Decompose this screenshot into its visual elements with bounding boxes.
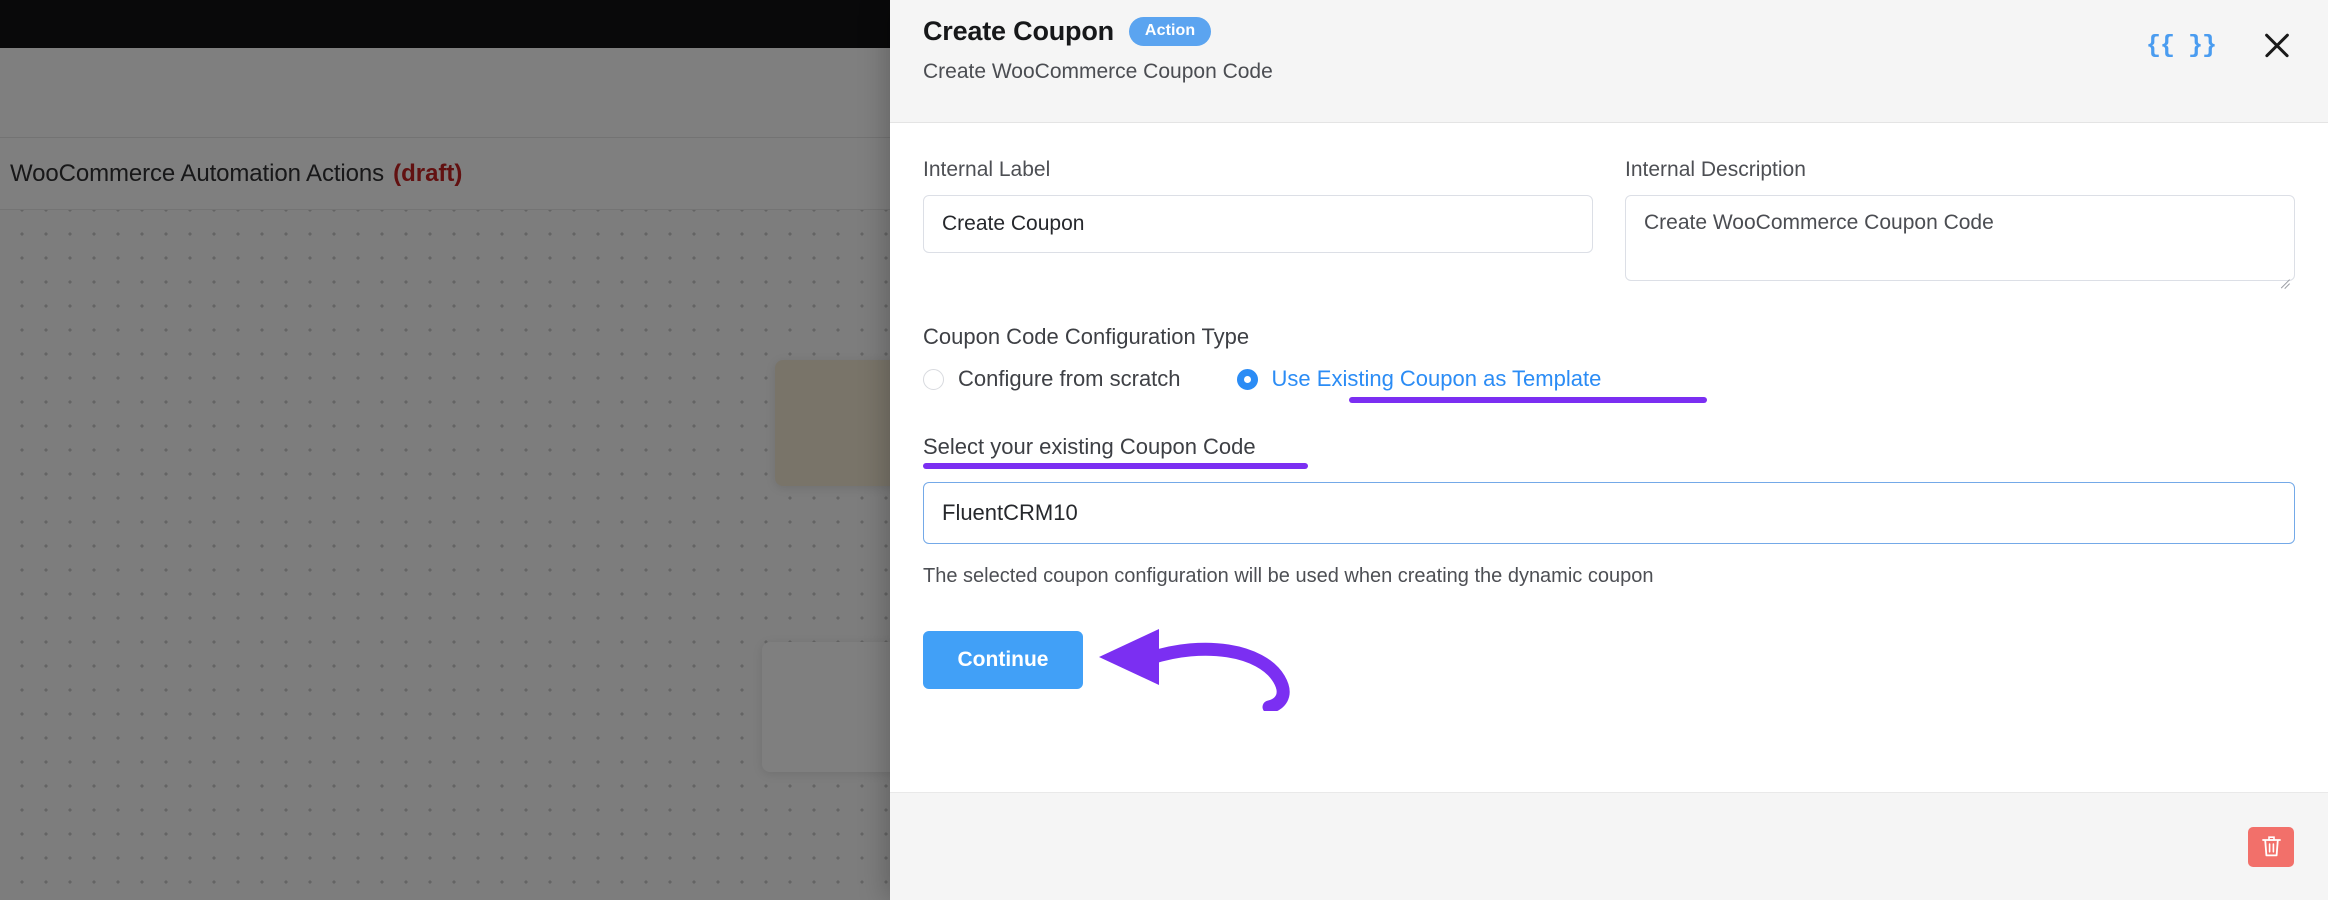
radio-option-use-existing-coupon-as-template[interactable]: Use Existing Coupon as Template bbox=[1236, 366, 1707, 403]
modal-title-row: Create Coupon Action bbox=[923, 16, 2328, 47]
modal-body: Internal Label Internal Description Coup… bbox=[890, 123, 2328, 792]
top-field-row: Internal Label Internal Description bbox=[923, 158, 2295, 289]
modal-header: Create Coupon Action Create WooCommerce … bbox=[890, 0, 2328, 123]
modal-header-actions: {{ }} bbox=[2146, 28, 2294, 62]
action-type-badge: Action bbox=[1128, 17, 1212, 46]
continue-row: Continue bbox=[923, 629, 2295, 711]
config-type-section: Coupon Code Configuration Type Configure… bbox=[923, 324, 2295, 403]
trash-icon bbox=[2261, 836, 2281, 857]
smartcode-braces-icon[interactable]: {{ }} bbox=[2146, 33, 2217, 58]
internal-description-label: Internal Description bbox=[1625, 158, 1806, 181]
select-coupon-label-wrap: Select your existing Coupon Code bbox=[923, 434, 1308, 469]
select-coupon-help-text: The selected coupon configuration will b… bbox=[923, 565, 1654, 587]
select-coupon-value: FluentCRM10 bbox=[942, 500, 1078, 525]
radio-label-use-existing-coupon-as-template: Use Existing Coupon as Template bbox=[1271, 366, 1602, 391]
annotation-underline-template-option bbox=[1348, 397, 1707, 403]
radio-circle-checked-icon bbox=[1236, 368, 1258, 390]
annotation-arrow-pointing-to-continue bbox=[1099, 629, 1290, 711]
create-coupon-modal: Create Coupon Action Create WooCommerce … bbox=[890, 0, 2328, 900]
radio-circle-unchecked-icon bbox=[923, 368, 944, 390]
internal-description-wrap bbox=[1625, 195, 2295, 289]
modal-subtitle: Create WooCommerce Coupon Code bbox=[923, 60, 1273, 83]
close-icon[interactable] bbox=[2260, 28, 2294, 62]
annotation-underline-select-label bbox=[923, 463, 1308, 469]
internal-label-input[interactable] bbox=[923, 195, 1593, 253]
modal-footer bbox=[890, 792, 2328, 900]
radio-option-configure-from-scratch[interactable]: Configure from scratch bbox=[923, 366, 1181, 392]
continue-button[interactable]: Continue bbox=[923, 631, 1083, 689]
delete-action-button[interactable] bbox=[2248, 826, 2294, 867]
internal-label-field-group: Internal Label bbox=[923, 158, 1593, 286]
modal-title: Create Coupon bbox=[923, 16, 1114, 46]
internal-description-field-group: Internal Description bbox=[1625, 158, 2295, 289]
internal-description-input[interactable] bbox=[1625, 195, 2295, 281]
internal-label-label: Internal Label bbox=[923, 158, 1051, 181]
config-type-label: Coupon Code Configuration Type bbox=[923, 324, 1250, 349]
select-coupon-input[interactable]: FluentCRM10 bbox=[923, 482, 2295, 544]
radio-label-configure-from-scratch: Configure from scratch bbox=[958, 366, 1181, 391]
select-coupon-label: Select your existing Coupon Code bbox=[923, 434, 1256, 459]
select-coupon-section: Select your existing Coupon Code FluentC… bbox=[923, 434, 2295, 588]
config-type-radio-group: Configure from scratch Use Existing Coup… bbox=[923, 366, 2295, 403]
